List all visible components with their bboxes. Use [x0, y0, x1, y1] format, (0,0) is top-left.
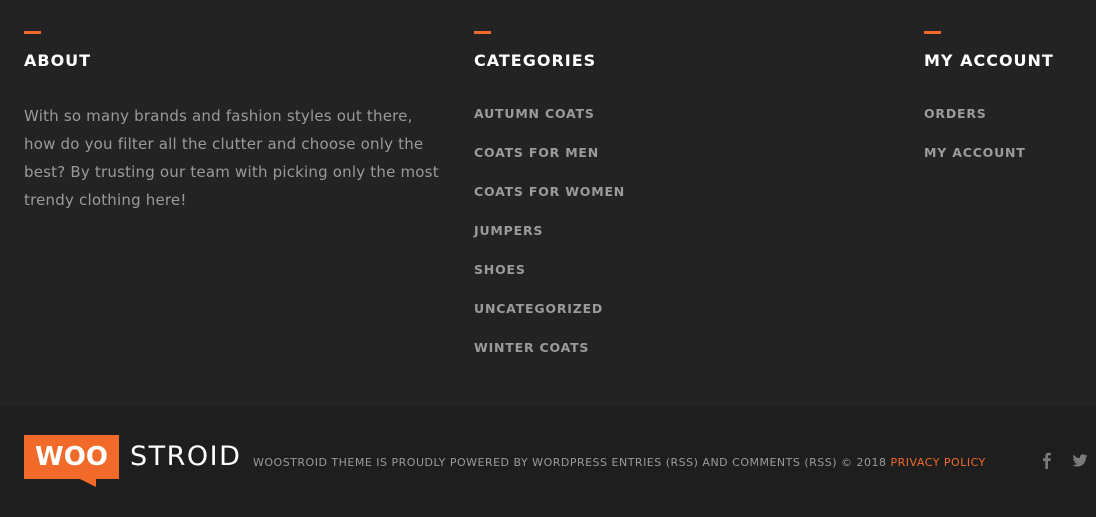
category-link-winter-coats[interactable]: WINTER COATS	[474, 340, 589, 355]
category-link-coats-for-men[interactable]: COATS FOR MEN	[474, 145, 599, 160]
category-link-uncategorized[interactable]: UNCATEGORIZED	[474, 301, 603, 316]
categories-list: AUTUMN COATS COATS FOR MEN COATS FOR WOM…	[474, 103, 625, 376]
accent-bar	[924, 31, 941, 34]
accent-bar	[24, 31, 41, 34]
list-item: MY ACCOUNT	[924, 142, 1026, 181]
account-link-orders[interactable]: ORDERS	[924, 106, 987, 121]
list-item: JUMPERS	[474, 220, 625, 259]
credits-text: WOOSTROID THEME IS PROUDLY POWERED BY WO…	[253, 456, 887, 469]
footer-widgets: ABOUT With so many brands and fashion st…	[0, 0, 1096, 406]
facebook-link[interactable]	[1040, 450, 1056, 470]
facebook-icon	[1040, 450, 1056, 470]
logo-woo-badge: WOO	[24, 435, 119, 479]
accent-bar	[474, 31, 491, 34]
category-link-shoes[interactable]: SHOES	[474, 262, 526, 277]
category-link-coats-for-women[interactable]: COATS FOR WOMEN	[474, 184, 625, 199]
privacy-policy-link[interactable]: PRIVACY POLICY	[891, 456, 986, 469]
logo-speech-tail	[80, 479, 96, 487]
category-link-jumpers[interactable]: JUMPERS	[474, 223, 543, 238]
footer-credits: WOOSTROID THEME IS PROUDLY POWERED BY WO…	[253, 456, 986, 469]
list-item: COATS FOR WOMEN	[474, 181, 625, 220]
logo-wordmark: STROID	[130, 441, 242, 472]
list-item: ORDERS	[924, 103, 1026, 142]
list-item: SHOES	[474, 259, 625, 298]
categories-title: CATEGORIES	[474, 51, 597, 70]
footer-bottom-bar: WOO STROID WOOSTROID THEME IS PROUDLY PO…	[0, 406, 1096, 517]
list-item: COATS FOR MEN	[474, 142, 625, 181]
account-list: ORDERS MY ACCOUNT	[924, 103, 1026, 181]
about-title: ABOUT	[24, 51, 92, 70]
twitter-link[interactable]	[1072, 450, 1088, 470]
twitter-icon	[1072, 450, 1088, 470]
list-item: UNCATEGORIZED	[474, 298, 625, 337]
list-item: WINTER COATS	[474, 337, 625, 376]
site-logo[interactable]: WOO STROID	[24, 435, 242, 491]
category-link-autumn-coats[interactable]: AUTUMN COATS	[474, 106, 595, 121]
about-text: With so many brands and fashion styles o…	[24, 107, 439, 209]
list-item: AUTUMN COATS	[474, 103, 625, 142]
account-title: MY ACCOUNT	[924, 51, 1054, 70]
account-link-my-account[interactable]: MY ACCOUNT	[924, 145, 1026, 160]
